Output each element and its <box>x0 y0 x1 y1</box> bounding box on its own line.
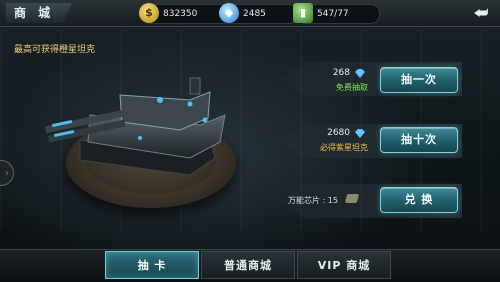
tab-draw-card[interactable]: 抽 卡 <box>105 251 199 279</box>
draw-one-button[interactable]: 抽一次 <box>380 67 458 93</box>
draw-one-cost: 268 <box>332 68 350 78</box>
draw-one-note: 免费抽取 <box>336 83 368 92</box>
gem-icon <box>355 129 365 138</box>
fuel-icon: ▮ <box>293 3 313 23</box>
fuel-counter[interactable]: ▮ 547/77 <box>293 3 380 24</box>
draw-ten-cost: 2680 <box>327 128 350 138</box>
gold-coin-icon: $ <box>139 3 159 23</box>
chips-count: 15 <box>327 196 338 205</box>
gem-icon <box>355 69 365 78</box>
promo-hint: 最高可获得橙星坦克 <box>14 45 96 55</box>
exchange-button[interactable]: 兑 换 <box>380 187 458 213</box>
chip-icon <box>344 194 360 203</box>
tab-normal-shop[interactable]: 普通商城 <box>201 251 295 279</box>
fuel-amount: 547/77 <box>317 9 349 19</box>
tab-vip-shop[interactable]: VIP 商城 <box>297 251 391 279</box>
chips-label: 万能芯片 : 15 <box>288 195 338 206</box>
gem-counter[interactable]: ◆ 2485 <box>219 3 298 24</box>
page-title: 商 城 <box>6 3 73 23</box>
draw-ten-note: 必得紫星坦克 <box>320 143 368 152</box>
chips-label-text: 万能芯片 : <box>288 196 326 205</box>
gem-amount: 2485 <box>243 9 266 19</box>
gold-amount: 832350 <box>163 9 198 19</box>
gem-icon: ◆ <box>219 3 239 23</box>
draw-ten-button[interactable]: 抽十次 <box>380 127 458 153</box>
tank-image <box>45 77 226 176</box>
back-arrow-icon[interactable]: ⮨ <box>470 4 492 22</box>
